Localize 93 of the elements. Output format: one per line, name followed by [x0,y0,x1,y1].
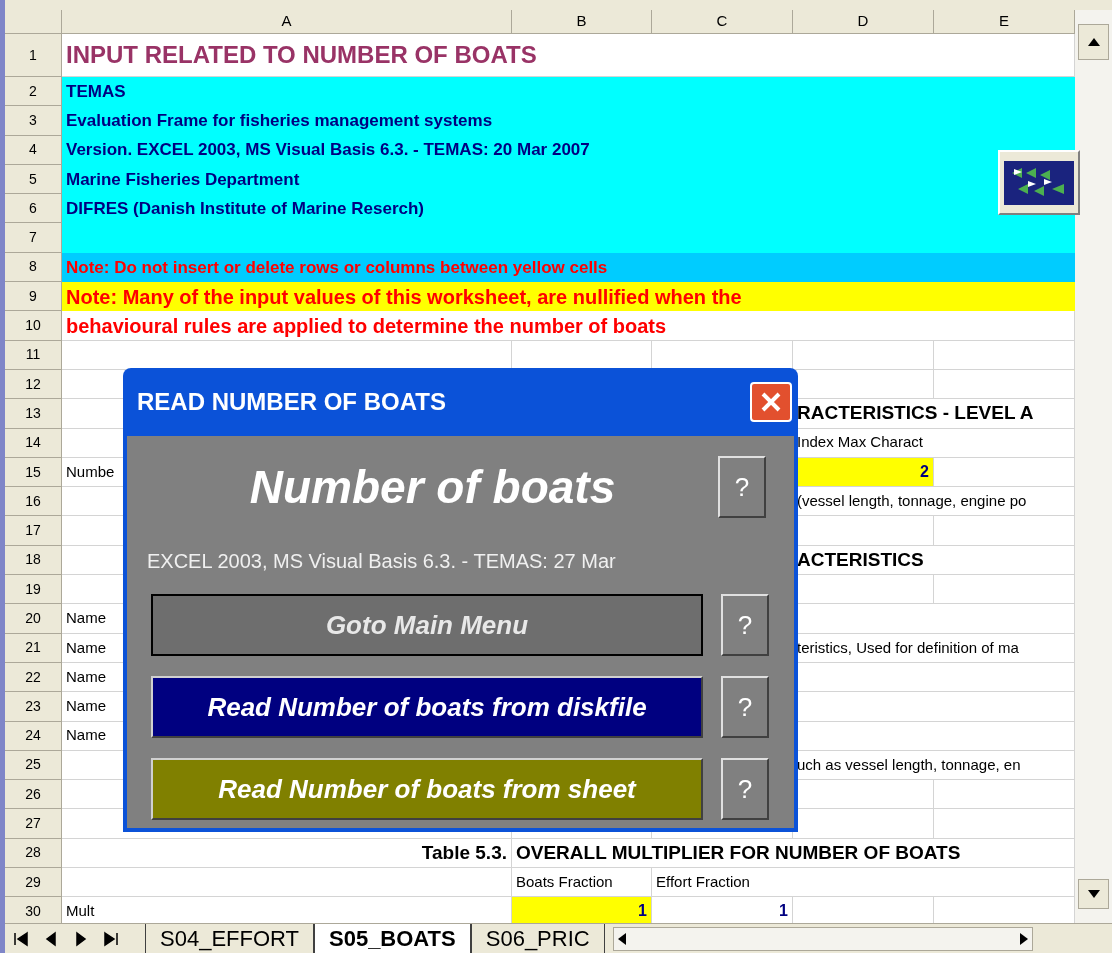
version-text: EXCEL 2003, MS Visual Basis 6.3. - TEMAS: 27 Mar [147,549,617,574]
row-number: 28 [5,838,62,868]
row-number: 26 [5,780,62,810]
dialog-heading: Number of boats [249,459,616,515]
dialog-action-button[interactable]: Read Number of boats from diskfile [151,676,703,738]
row-number: 27 [5,809,62,839]
dialog-title: READ NUMBER OF BOATS [137,387,446,417]
dialog-action-button[interactable]: Read Number of boats from sheet [151,758,703,820]
row-number: 19 [5,575,62,605]
cell-text: Name [66,666,106,687]
row-number: 15 [5,457,62,488]
row-number: 5 [5,164,62,195]
row-number: 3 [5,106,62,136]
cell-text: uch as vessel length, tonnage, en [797,754,1021,775]
cell-text: (vessel length, tonnage, engine po [797,491,1027,512]
cell-text: Name [66,608,106,629]
help-button[interactable]: ? [721,594,769,656]
column-header[interactable]: C [652,10,793,34]
fish-icon [1004,160,1074,205]
scroll-down-button[interactable] [1078,879,1109,909]
cell-text: Note: Do not insert or delete rows or columns between yellow cells [66,256,608,279]
cell-text: OVERALL MULTIPLIER FOR NUMBER OF BOATS [516,840,961,865]
cell-text: 1 [638,901,647,922]
sheet-tab[interactable]: S04_EFFORT [145,924,314,953]
cell-text: Table 5.3. [421,840,507,865]
row-number: 20 [5,604,62,634]
close-icon [760,391,782,413]
close-button[interactable] [750,382,792,422]
right-arrow-icon [1019,932,1028,945]
cell-text: Effort Fraction [656,871,750,892]
cell-text: Numbe [66,461,115,482]
column-header[interactable]: D [793,10,934,34]
cell-text: Note: Many of the input values of this worksheet, are nullified when the [66,284,742,310]
row-number: 9 [5,282,62,312]
row-number: 24 [5,721,62,751]
cell-text: teristics, Used for definition of ma [797,637,1019,658]
column-header[interactable]: E [934,10,1075,34]
help-button[interactable]: ? [718,456,766,518]
row-number: 14 [5,428,62,458]
sheet-nav-icon[interactable] [73,930,89,947]
row-number: 1 [5,34,62,77]
row-number: 21 [5,633,62,663]
row-number: 4 [5,135,62,165]
row-number: 6 [5,194,62,224]
row-number: 13 [5,399,62,429]
row-number: 7 [5,223,62,253]
row-number: 10 [5,311,62,341]
cell-text: Mult [66,901,95,922]
row-number: 12 [5,369,62,400]
cell-text: TEMAS [66,80,126,103]
vertical-scrollbar[interactable] [1075,10,1112,923]
row-number: 23 [5,692,62,722]
row-number: 29 [5,868,62,898]
help-button[interactable]: ? [721,758,769,820]
cell-text: Marine Fisheries Department [66,168,300,191]
cell-text: 1 [779,901,788,922]
cell-text: Evaluation Frame for fisheries management systems [66,110,493,133]
dialog-action-button[interactable]: Goto Main Menu [151,594,703,656]
row-number: 8 [5,252,62,283]
cell-text: Name [66,696,106,717]
left-arrow-icon [617,932,626,945]
help-button[interactable]: ? [721,676,769,738]
row-number: 25 [5,750,62,781]
down-arrow-icon [1087,890,1100,898]
row-number: 2 [5,77,62,107]
cell-text: ACTERISTICS [797,547,924,572]
sheet-tab[interactable]: S06_PRIC [470,924,605,953]
cell-text: Index Max Charact [797,432,923,453]
cell-text: 2 [920,462,929,482]
column-header[interactable]: A [62,10,512,34]
row-number: 11 [5,340,62,370]
cell-text: Name [66,725,106,746]
sheet-nav-icon[interactable] [43,930,59,947]
scroll-up-button[interactable] [1078,24,1109,60]
cell-text: INPUT RELATED TO NUMBER OF BOATS [66,40,537,70]
cell-text: behavioural rules are applied to determine the number of boats [66,313,667,339]
row-number: 30 [5,897,62,923]
row-number: 22 [5,662,62,693]
cell-text: Boats Fraction [516,871,613,892]
cell-text: Name [66,637,106,658]
up-arrow-icon [1087,38,1100,46]
horizontal-scrollbar[interactable] [612,926,1033,951]
row-number: 18 [5,545,62,576]
sheet-tab[interactable]: S05_BOATS [314,924,471,953]
cell-text: Version. EXCEL 2003, MS Visual Basis 6.3. - TEMAS: 20 Mar 2007 [66,139,590,162]
column-header[interactable]: B [512,10,652,34]
cell-text: RACTERISTICS - LEVEL A [797,401,1034,426]
row-number: 17 [5,516,62,546]
sheet-nav-icon[interactable] [103,930,119,947]
sheet-nav-icon[interactable] [13,930,29,947]
row-number: 16 [5,487,62,517]
fish-macro-button[interactable] [998,150,1080,215]
cell-text: DIFRES (Danish Institute of Marine Reserch) [66,198,424,221]
